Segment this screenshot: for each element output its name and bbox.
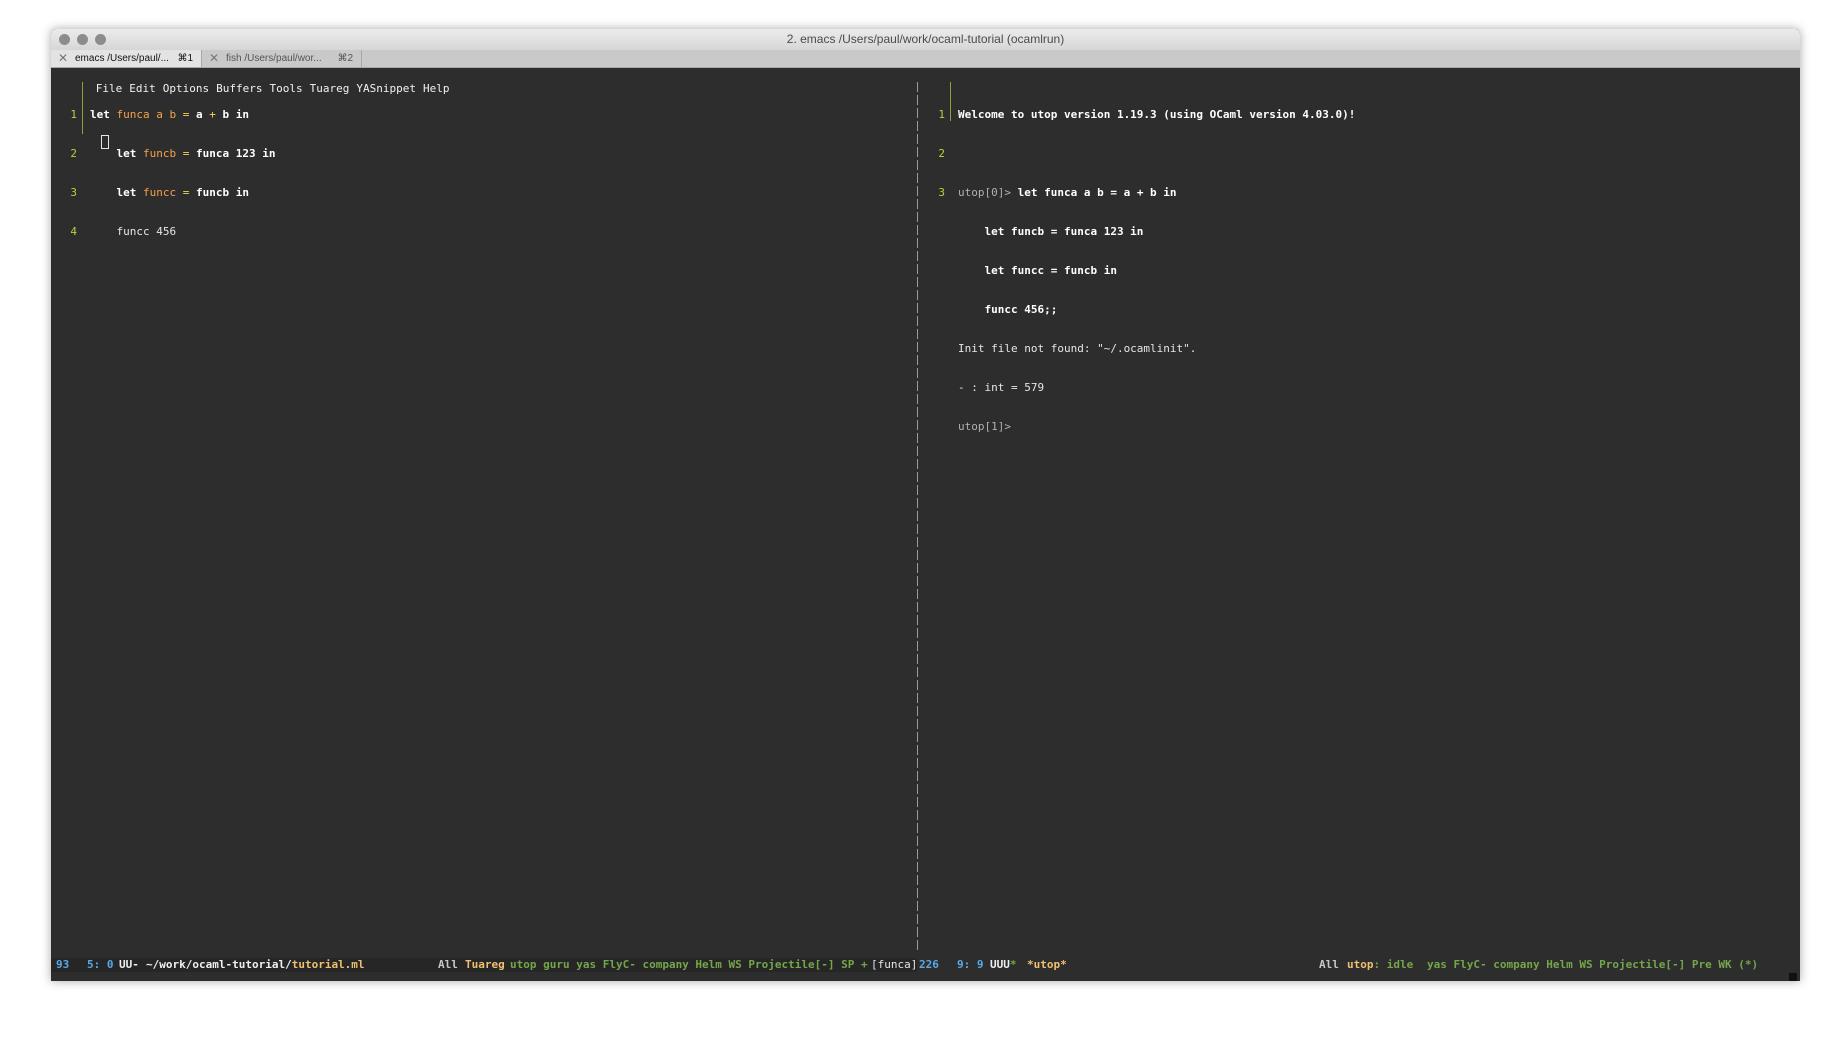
utop-output-line: Init file not found: "~/.ocamlinit". bbox=[958, 342, 1197, 355]
modeline-left-path[interactable]: ~/work/ocaml-tutorial/tutorial.ml bbox=[146, 958, 365, 971]
line-number: 2 bbox=[938, 147, 945, 160]
modeline-left-function: [funca] bbox=[871, 958, 918, 971]
modeline-left-all: All bbox=[438, 958, 458, 971]
line-numbers: 1 2 3 bbox=[927, 82, 945, 225]
utop-input-line: let funcb = funca 123 in bbox=[958, 225, 1144, 238]
terminal-window: 2. emacs /Users/paul/work/ocaml-tutorial… bbox=[51, 29, 1800, 981]
tab-shortcut: ⌘2 bbox=[337, 53, 353, 64]
modeline-left-minor-modes[interactable]: utop guru yas FlyC- company Helm WS Proj… bbox=[510, 958, 868, 971]
modeline-left-state: UU- bbox=[119, 958, 139, 971]
gutter-line bbox=[82, 82, 83, 134]
modeline-right-major-mode[interactable]: utop: idle bbox=[1347, 958, 1413, 971]
window-title: 2. emacs /Users/paul/work/ocaml-tutorial… bbox=[786, 32, 1065, 46]
modeline-right-all: All bbox=[1319, 958, 1339, 971]
code-line: let funca a b = a + b in bbox=[90, 108, 249, 121]
code-line: funcc 456 bbox=[90, 225, 177, 238]
close-tab-icon[interactable]: ✕ bbox=[58, 50, 68, 67]
text-cursor bbox=[101, 135, 109, 149]
source-code[interactable]: let funca a b = a + b in let funcb = fun… bbox=[90, 82, 275, 264]
tab-shortcut: ⌘1 bbox=[177, 53, 193, 64]
utop-prompt: utop[0]> bbox=[958, 186, 1018, 199]
modeline-right-position: 9: 9 bbox=[957, 958, 984, 971]
line-numbers: 1 2 3 4 bbox=[59, 82, 77, 264]
line-number: 4 bbox=[70, 225, 77, 238]
line-number: 1 bbox=[70, 108, 77, 121]
modeline-left-major-mode[interactable]: Tuareg bbox=[465, 958, 505, 971]
code-line: let funcb = funca 123 in bbox=[116, 147, 276, 160]
utop-input-line: let funcc = funcb in bbox=[958, 264, 1117, 277]
tab-fish[interactable]: ✕ fish /Users/paul/wor... ⌘2 bbox=[202, 50, 362, 67]
editor-pane-left[interactable]: 1 2 3 4 let funca a b = a + b in let fun… bbox=[51, 82, 917, 952]
modeline-left-number: 93 bbox=[56, 958, 70, 971]
tab-label: emacs /Users/paul/... bbox=[75, 53, 169, 64]
tab-bar: ✕ emacs /Users/paul/... ⌘1 ✕ fish /Users… bbox=[51, 50, 1800, 68]
line-number: 3 bbox=[70, 186, 77, 199]
gutter-line bbox=[950, 82, 951, 121]
close-tab-icon[interactable]: ✕ bbox=[209, 50, 219, 67]
line-number: 3 bbox=[938, 186, 945, 199]
terminal-content[interactable]: File Edit Options Buffers Tools Tuareg YASnipp… bbox=[51, 68, 1800, 981]
modeline-left-position: 5: 0 bbox=[87, 958, 114, 971]
utop-input-line: utop[0]> let funca a b = a + b in bbox=[958, 186, 1177, 199]
utop-prompt[interactable]: utop[1]> bbox=[958, 420, 1355, 433]
tab-emacs[interactable]: ✕ emacs /Users/paul/... ⌘1 bbox=[51, 50, 202, 67]
tab-label: fish /Users/paul/wor... bbox=[226, 53, 322, 64]
utop-input-line: funcc 456;; bbox=[958, 303, 1058, 316]
utop-welcome: Welcome to utop version 1.19.3 (using OC… bbox=[958, 108, 1356, 121]
scrollbar[interactable] bbox=[1789, 973, 1797, 981]
modeline-right-buffer[interactable]: *utop* bbox=[1027, 958, 1067, 971]
utop-pane-right[interactable]: 1 2 3 Welcome to utop version 1.19.3 (us… bbox=[919, 82, 1799, 952]
utop-output[interactable]: Welcome to utop version 1.19.3 (using OC… bbox=[958, 82, 1355, 459]
window-divider[interactable] bbox=[917, 82, 918, 950]
modeline-right-number: 226 bbox=[919, 958, 939, 971]
title-bar[interactable]: 2. emacs /Users/paul/work/ocaml-tutorial… bbox=[51, 29, 1800, 51]
code-line: let funcc = funcb in bbox=[116, 186, 249, 199]
line-number: 1 bbox=[938, 108, 945, 121]
modeline-right-minor-modes[interactable]: yas FlyC- company Helm WS Projectile[-] … bbox=[1427, 958, 1758, 971]
mode-line: 93 5: 0 UU- ~/work/ocaml-tutorial/tutori… bbox=[51, 958, 1800, 972]
utop-output-line: - : int = 579 bbox=[958, 381, 1045, 394]
modeline-right-state: UUU* bbox=[990, 958, 1017, 971]
line-number: 2 bbox=[70, 147, 77, 160]
